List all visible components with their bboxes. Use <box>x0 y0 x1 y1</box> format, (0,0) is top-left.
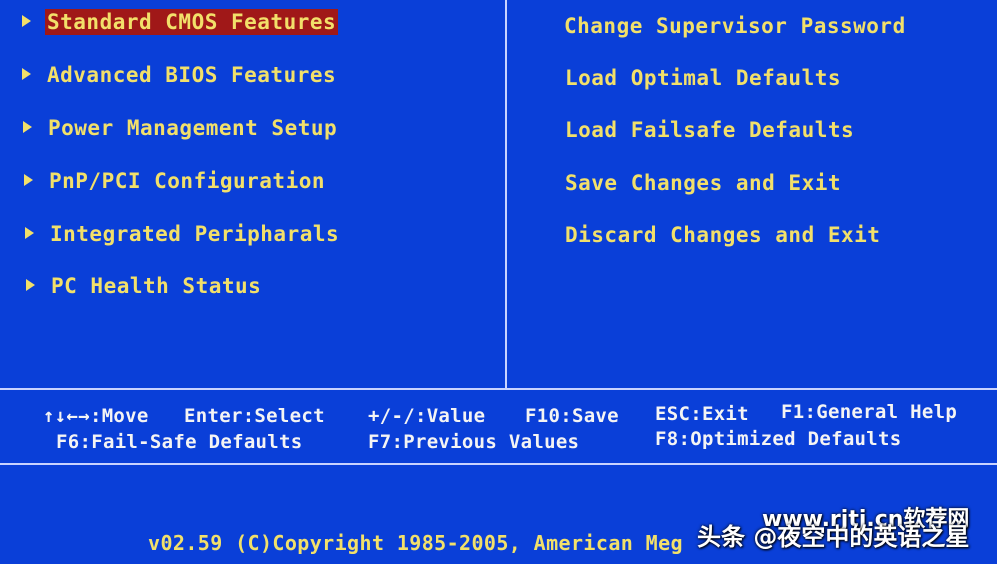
arrow-right-icon <box>25 227 34 239</box>
menu-item-standard-cmos[interactable]: Standard CMOS Features <box>22 8 339 36</box>
menu-item-label: PC Health Status <box>51 274 262 298</box>
menu-item-load-failsafe-defaults[interactable]: Load Failsafe Defaults <box>565 116 854 144</box>
arrow-right-icon <box>22 68 31 80</box>
help-optimized-defaults: F8:Optimized Defaults <box>655 428 902 450</box>
menu-item-discard-changes-exit[interactable]: Discard Changes and Exit <box>565 221 880 249</box>
arrow-right-icon <box>26 279 35 291</box>
menu-item-change-supervisor-password[interactable]: Change Supervisor Password <box>564 12 906 40</box>
help-select: Enter:Select <box>184 405 325 427</box>
watermark-author: 头条 @夜空中的英语之星 <box>697 523 970 551</box>
menu-item-load-optimal-defaults[interactable]: Load Optimal Defaults <box>565 64 841 92</box>
arrow-right-icon <box>24 174 33 186</box>
center-divider <box>505 0 507 390</box>
help-general-help: F1:General Help <box>781 401 958 423</box>
bios-screen: Standard CMOS Features Advanced BIOS Fea… <box>0 0 997 564</box>
menu-bottom-border <box>0 388 997 390</box>
arrow-right-icon <box>23 121 32 133</box>
arrow-right-icon <box>22 15 31 27</box>
help-save: F10:Save <box>525 405 619 427</box>
copyright-text: v02.59 (C)Copyright 1985-2005, American … <box>148 531 683 555</box>
menu-item-label: Standard CMOS Features <box>45 9 339 35</box>
menu-item-label: Advanced BIOS Features <box>47 63 337 87</box>
menu-item-integrated-peripherals[interactable]: Integrated Peripharals <box>25 220 341 248</box>
menu-item-power-management[interactable]: Power Management Setup <box>23 114 339 142</box>
help-exit: ESC:Exit <box>655 403 749 425</box>
menu-item-label: PnP/PCI Configuration <box>49 169 326 193</box>
help-move: ↑↓←→:Move <box>43 405 149 427</box>
menu-item-pnp-pci[interactable]: PnP/PCI Configuration <box>24 167 327 195</box>
menu-item-save-changes-exit[interactable]: Save Changes and Exit <box>565 169 841 197</box>
menu-item-advanced-bios[interactable]: Advanced BIOS Features <box>22 61 338 89</box>
menu-item-label: Integrated Peripharals <box>50 222 340 246</box>
help-bottom-border <box>0 463 997 465</box>
menu-item-pc-health[interactable]: PC Health Status <box>26 272 263 300</box>
help-fail-safe-defaults: F6:Fail-Safe Defaults <box>56 431 303 453</box>
menu-item-label: Power Management Setup <box>48 116 338 140</box>
help-previous-values: F7:Previous Values <box>368 431 580 453</box>
help-value: +/-/:Value <box>368 405 486 427</box>
